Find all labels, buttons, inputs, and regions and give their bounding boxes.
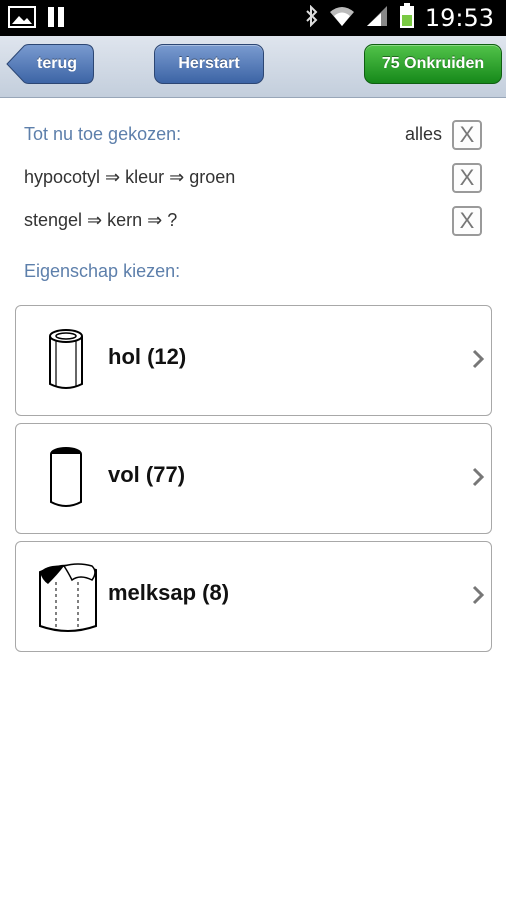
- results-button[interactable]: 75 Onkruiden: [364, 44, 502, 84]
- battery-icon: [399, 2, 415, 34]
- status-time: 19:53: [424, 4, 494, 32]
- bluetooth-icon: [305, 4, 319, 32]
- option-hol[interactable]: hol (12): [15, 305, 492, 416]
- remove-hypocotyl-button[interactable]: X: [452, 163, 482, 193]
- remove-all-button[interactable]: X: [452, 120, 482, 150]
- chosen-heading: Tot nu toe gekozen:: [24, 124, 182, 144]
- chosen-item-stengel: stengel ⇒ kern ⇒ ?: [24, 210, 178, 230]
- chevron-right-icon: [471, 348, 485, 375]
- back-button-label: terug: [37, 55, 77, 72]
- pause-icon: [46, 5, 66, 34]
- back-button[interactable]: terug: [6, 44, 94, 84]
- chosen-item-hypocotyl: hypocotyl ⇒ kleur ⇒ groen: [24, 167, 236, 187]
- wifi-icon: [329, 5, 355, 32]
- status-bar-left: [8, 5, 66, 34]
- milky-sap-stem-icon: [34, 558, 102, 641]
- option-melksap[interactable]: melksap (8): [15, 541, 492, 652]
- restart-button[interactable]: Herstart: [154, 44, 264, 84]
- all-label: alles: [404, 124, 442, 144]
- chevron-right-icon: [471, 466, 485, 493]
- header-toolbar: terug Herstart 75 Onkruiden: [0, 36, 506, 98]
- signal-icon: [365, 5, 389, 32]
- option-melksap-label: melksap (8): [108, 580, 230, 605]
- image-notification-icon: [8, 5, 36, 34]
- option-hol-label: hol (12): [108, 344, 187, 369]
- choose-heading: Eigenschap kiezen:: [24, 261, 181, 281]
- option-vol[interactable]: vol (77): [15, 423, 492, 534]
- status-bar: 19:53: [0, 0, 506, 36]
- option-vol-label: vol (77): [108, 462, 186, 487]
- status-bar-right: 19:53: [305, 2, 494, 34]
- chevron-right-icon: [471, 584, 485, 611]
- solid-stem-icon: [48, 446, 84, 515]
- remove-stengel-button[interactable]: X: [452, 206, 482, 236]
- hollow-stem-icon: [46, 328, 86, 397]
